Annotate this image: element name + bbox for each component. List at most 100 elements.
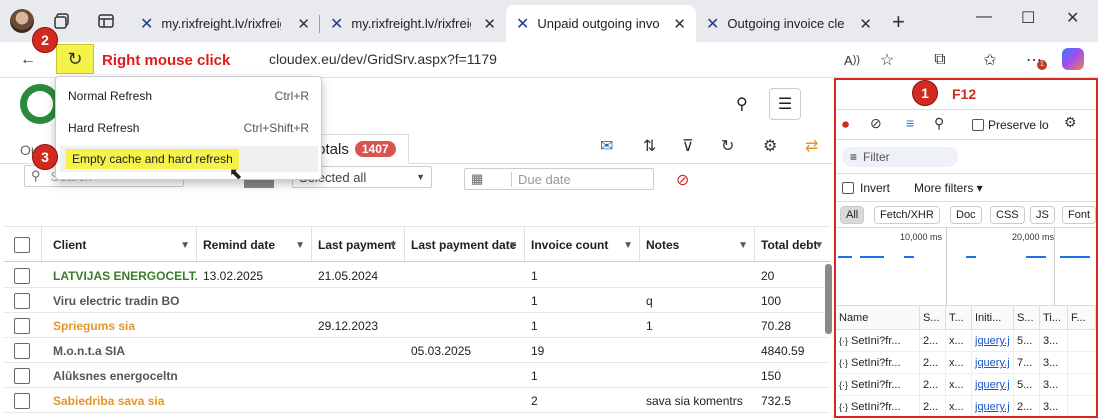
sync-icon[interactable]: ⇅ — [643, 136, 656, 156]
close-tab-icon[interactable]: ✕ — [297, 15, 310, 33]
swap-icon[interactable]: ⇄ — [805, 136, 818, 156]
address-url[interactable]: cloudex.eu/dev/GridSrv.aspx?f=1179 — [269, 51, 497, 67]
column-filter-icon[interactable]: ▼ — [738, 240, 748, 251]
table-row[interactable]: Sabiedriba sava sia 2 sava sia komentrs 732… — [4, 388, 830, 413]
type-chip[interactable]: All — [840, 206, 865, 224]
email-icon[interactable]: ✉ — [600, 136, 613, 156]
network-cell-init[interactable]: jquery.j — [972, 374, 1014, 396]
network-request-row[interactable]: {·} SetIni?fr... 2... x... jquery.j 5... 3... — [836, 374, 1096, 396]
reload-button[interactable]: ↻ — [56, 44, 94, 74]
col-client[interactable]: Client ▼ — [47, 227, 197, 263]
cell-last-payment-date — [405, 388, 525, 413]
clear-icon[interactable]: ⊘ — [870, 115, 882, 132]
grid-scrollbar[interactable] — [825, 264, 832, 334]
network-col-header[interactable]: Ti... — [1040, 306, 1068, 330]
column-filter-icon[interactable]: ▼ — [295, 240, 305, 251]
col-remind-date[interactable]: Remind date ▼ — [197, 227, 312, 263]
maximize-icon[interactable]: ☐ — [1021, 8, 1035, 28]
network-cell-init[interactable]: jquery.j — [972, 396, 1014, 416]
invert-checkbox[interactable] — [842, 182, 854, 194]
network-col-header[interactable]: S... — [1014, 306, 1040, 330]
type-chip[interactable]: Fetch/XHR — [874, 206, 940, 224]
network-cell-init[interactable]: jquery.j — [972, 330, 1014, 352]
favorite-star-icon[interactable]: ☆ — [875, 48, 899, 72]
filter-toggle-icon[interactable]: ≡ — [906, 115, 914, 131]
table-row[interactable]: Alūksnes energoceltn 1 150 — [4, 363, 830, 388]
column-filter-icon[interactable]: ▼ — [180, 240, 190, 251]
col-total-debt[interactable]: Total debt ▼ — [755, 227, 830, 263]
refresh-icon[interactable]: ↻ — [721, 136, 734, 156]
row-checkbox[interactable] — [14, 267, 30, 284]
tab-actions-icon[interactable] — [96, 11, 116, 31]
select-all-checkbox[interactable] — [14, 237, 30, 253]
column-filter-icon[interactable]: ▼ — [623, 240, 633, 251]
search-icon[interactable]: ⚲ — [736, 94, 748, 114]
settings-gear-icon[interactable]: ⚙ — [1064, 114, 1077, 131]
workspaces-icon[interactable] — [52, 11, 72, 31]
new-tab-icon[interactable]: + — [892, 9, 905, 35]
favorites-icon[interactable]: ✩ — [978, 48, 1002, 72]
table-row[interactable]: M.o.n.t.a SIA 05.03.2025 19 4840.59 — [4, 338, 830, 363]
row-checkbox[interactable] — [14, 317, 30, 334]
column-filter-icon[interactable]: ▼ — [508, 240, 518, 251]
cell-last-payment — [312, 338, 405, 363]
row-checkbox[interactable] — [14, 342, 30, 359]
search-icon[interactable]: ⚲ — [934, 115, 944, 132]
clear-filter-icon[interactable]: ⊘ — [676, 170, 689, 190]
tab-rixfreight-2[interactable]: ✕ my.rixfreight.lv/rixfreight/... ✕ — [320, 5, 506, 42]
preserve-log-checkbox[interactable] — [972, 119, 984, 131]
extensions-icon[interactable]: ⧉ — [928, 48, 952, 72]
filter-input[interactable]: ≡ Filter — [842, 147, 958, 167]
tab-unpaid-invoices[interactable]: ✕ Unpaid outgoing invoices ✕ — [506, 5, 696, 42]
type-chip[interactable]: Doc — [950, 206, 982, 224]
type-chip[interactable]: CSS — [990, 206, 1025, 224]
network-col-header[interactable]: Name — [836, 306, 920, 330]
table-row[interactable]: Viru electric tradin BO 1 q 100 — [4, 288, 830, 313]
col-last-payment-date[interactable]: Last payment date ▼ — [405, 227, 525, 263]
more-filters-dropdown[interactable]: More filters ▾ — [914, 181, 983, 195]
network-col-header[interactable]: T... — [946, 306, 972, 330]
row-checkbox[interactable] — [14, 392, 30, 409]
network-request-row[interactable]: {·} SetIni?fr... 2... x... jquery.j 2... 3... — [836, 396, 1096, 416]
copilot-icon[interactable] — [1062, 48, 1084, 70]
network-col-header[interactable]: Initi... — [972, 306, 1014, 330]
column-filter-icon[interactable]: ▼ — [814, 240, 824, 251]
menu-normal-refresh[interactable]: Normal Refresh Ctrl+R — [56, 83, 321, 109]
cell-last-payment-date — [405, 263, 525, 288]
app-page: ⚲ ☰ Ou totals 1407 ✉ ⇅ ⊽ ↻ ⚙ ⇄ ⚲ Search … — [0, 76, 833, 418]
filter-icon[interactable]: ⊽ — [682, 136, 694, 156]
close-window-icon[interactable]: ✕ — [1066, 8, 1079, 28]
read-aloud-icon[interactable]: A)) — [840, 48, 864, 72]
col-notes[interactable]: Notes ▼ — [640, 227, 755, 263]
due-date-input[interactable]: ▦ Due date — [464, 168, 654, 190]
network-request-row[interactable]: {·} SetIni?fr... 2... x... jquery.j 7... 3... — [836, 352, 1096, 374]
row-checkbox[interactable] — [14, 367, 30, 384]
table-row[interactable]: LATVIJAS ENERGOCELT... 13.02.2025 21.05.20… — [4, 263, 830, 288]
tab-rixfreight-1[interactable]: ✕ my.rixfreight.lv/rixfreight/... ✕ — [130, 5, 320, 42]
minimize-icon[interactable]: — — [976, 8, 992, 26]
settings-gear-icon[interactable]: ⚙ — [763, 136, 777, 156]
close-tab-icon[interactable]: ✕ — [483, 15, 496, 33]
timeline-overview: 10,000 ms 20,000 ms — [836, 228, 1096, 306]
close-tab-icon[interactable]: ✕ — [859, 15, 872, 33]
type-chip[interactable]: JS — [1030, 206, 1055, 224]
network-col-header[interactable]: S... — [920, 306, 946, 330]
col-last-payment[interactable]: Last payment ▼ — [312, 227, 405, 263]
row-checkbox[interactable] — [14, 292, 30, 309]
network-cell-init[interactable]: jquery.j — [972, 352, 1014, 374]
network-request-row[interactable]: {·} SetIni?fr... 2... x... jquery.j 5... 3... — [836, 330, 1096, 352]
menu-button[interactable]: ☰ — [769, 88, 801, 120]
menu-hard-refresh[interactable]: Hard Refresh Ctrl+Shift+R — [56, 115, 321, 141]
table-row[interactable]: Spriegums sia 29.12.2023 1 1 70.28 — [4, 313, 830, 338]
network-col-header[interactable]: F... — [1068, 306, 1096, 330]
type-chip[interactable]: Font — [1062, 206, 1096, 224]
back-arrow-icon[interactable]: ← — [16, 48, 40, 72]
col-invoice-count[interactable]: Invoice count ▼ — [525, 227, 640, 263]
profile-avatar[interactable] — [10, 9, 34, 33]
record-icon[interactable]: ⏺ — [842, 116, 849, 133]
app-logo — [20, 84, 60, 124]
menu-empty-cache-hard-refresh[interactable]: Empty cache and hard refresh — [60, 146, 318, 172]
tab-invoice-clearing[interactable]: ✕ Outgoing invoice clearing ✕ — [696, 5, 882, 42]
column-filter-icon[interactable]: ▼ — [388, 240, 398, 251]
close-tab-icon[interactable]: ✕ — [673, 15, 686, 33]
